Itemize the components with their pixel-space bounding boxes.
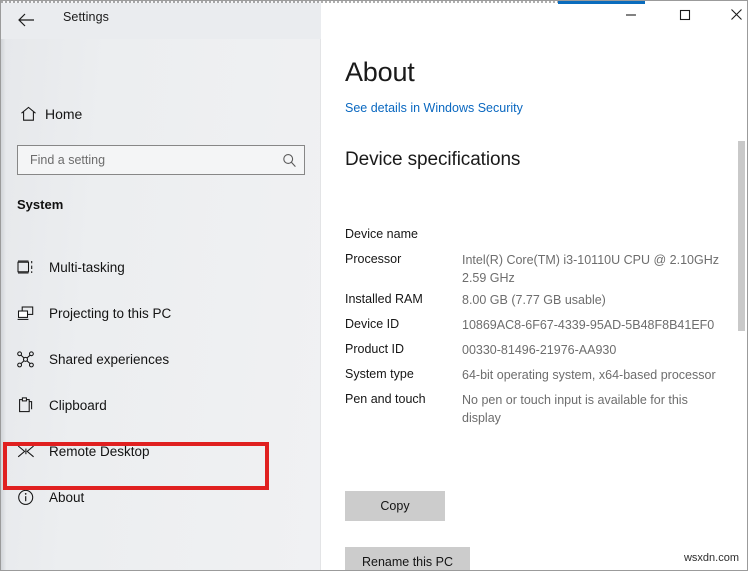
spec-row: Installed RAM 8.00 GB (7.77 GB usable) [345,287,725,312]
shared-experiences-icon [17,351,49,368]
spec-row: Processor Intel(R) Core(TM) i3-10110U CP… [345,247,725,287]
info-icon [17,489,49,506]
sidebar-item-label: Clipboard [49,398,107,413]
sidebar-group-title: System [17,197,63,212]
spec-row: Device ID 10869AC8-6F67-4339-95AD-5B48F8… [345,312,725,337]
sidebar: Home System Multi [1,39,321,571]
window-top-edge [1,1,558,3]
sidebar-item-label: Multi-tasking [49,260,125,275]
rename-this-pc-button[interactable]: Rename this PC [345,547,470,571]
close-icon [730,8,743,26]
sidebar-content-divider [320,39,321,571]
sidebar-left-edge [1,39,6,571]
back-arrow-icon [18,13,35,27]
sidebar-item-shared-experiences[interactable]: Shared experiences [1,336,321,382]
maximize-icon [679,8,691,26]
spec-key: Pen and touch [345,387,462,412]
sidebar-home-label: Home [45,106,82,122]
maximize-button[interactable] [662,1,708,32]
spec-value [462,222,725,226]
minimize-icon [625,8,637,26]
watermark: wsxdn.com [684,552,739,564]
title-bar: Settings [1,1,748,39]
device-specifications-heading: Device specifications [345,149,520,171]
sidebar-nav: Multi-tasking Projecting to this PC [1,244,321,520]
sidebar-item-multi-tasking[interactable]: Multi-tasking [1,244,321,290]
spec-key: Device ID [345,312,462,337]
spec-row: Device name [345,222,725,247]
content-pane: About See details in Windows Security De… [321,39,748,571]
sidebar-item-remote-desktop[interactable]: Remote Desktop [1,428,321,474]
spec-value: 8.00 GB (7.77 GB usable) [462,287,725,309]
spec-value: 64-bit operating system, x64-based proce… [462,362,725,384]
copy-button[interactable]: Copy [345,491,445,521]
sidebar-item-label: Projecting to this PC [49,306,171,321]
back-button[interactable] [9,4,43,36]
spec-value: No pen or touch input is available for t… [462,387,725,427]
search-icon[interactable] [274,153,304,168]
multitasking-icon [17,259,49,276]
spec-key: Installed RAM [345,287,462,312]
projecting-icon [17,305,49,322]
sidebar-item-projecting-to-this-pc[interactable]: Projecting to this PC [1,290,321,336]
sidebar-item-clipboard[interactable]: Clipboard [1,382,321,428]
spec-key: System type [345,362,462,387]
window-title: Settings [63,10,109,24]
sidebar-item-label: Shared experiences [49,352,169,367]
sidebar-item-about[interactable]: About [1,474,321,520]
title-bar-left [1,1,321,39]
spec-value: Intel(R) Core(TM) i3-10110U CPU @ 2.10GH… [462,247,725,287]
sidebar-item-label: Remote Desktop [49,444,150,459]
device-specifications-list: Device name Processor Intel(R) Core(TM) … [345,222,725,427]
spec-key: Processor [345,247,462,272]
minimize-button[interactable] [608,1,654,32]
spec-key: Product ID [345,337,462,362]
remote-desktop-icon [17,443,49,460]
spec-key: Device name [345,222,462,247]
home-icon [11,106,45,122]
clipboard-icon [17,397,49,414]
spec-row: Product ID 00330-81496-21976-AA930 [345,337,725,362]
spec-value: 10869AC8-6F67-4339-95AD-5B48F8B41EF0 [462,312,725,334]
window-accent-strip [558,1,645,4]
sidebar-item-label: About [49,490,84,505]
windows-security-link[interactable]: See details in Windows Security [345,101,523,115]
content-scrollbar-thumb[interactable] [738,141,745,331]
search-box[interactable] [17,145,305,175]
close-button[interactable] [713,1,748,32]
search-input[interactable] [18,153,274,167]
page-title: About [345,57,415,88]
settings-window: Settings [0,0,748,571]
spec-row: System type 64-bit operating system, x64… [345,362,725,387]
spec-value: 00330-81496-21976-AA930 [462,337,725,359]
spec-row: Pen and touch No pen or touch input is a… [345,387,725,427]
sidebar-item-home[interactable]: Home [11,99,311,129]
